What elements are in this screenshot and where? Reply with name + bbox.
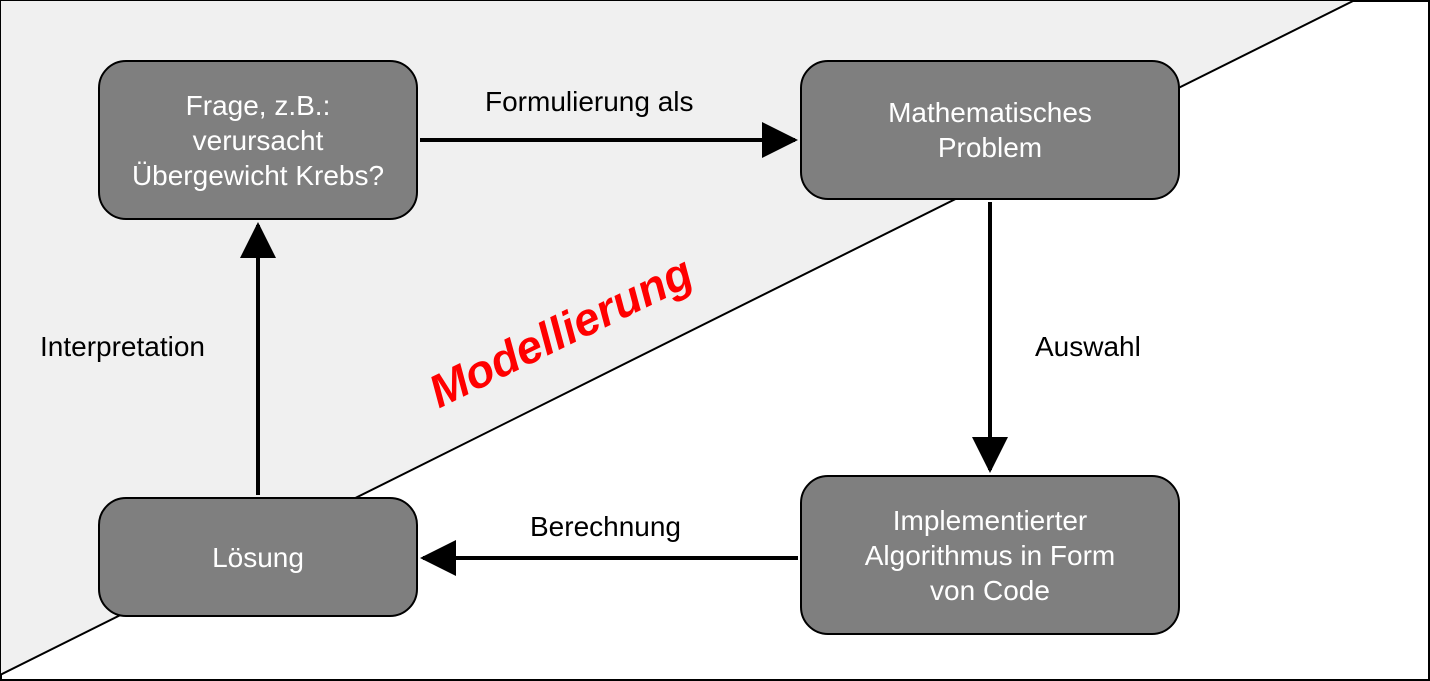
node-solution-text: Lösung: [212, 540, 304, 575]
node-math-problem: MathematischesProblem: [800, 60, 1180, 200]
node-implementation: ImplementierterAlgorithmus in Formvon Co…: [800, 475, 1180, 635]
label-compute: Berechnung: [530, 510, 681, 544]
node-question: Frage, z.B.:verursachtÜbergewicht Krebs?: [98, 60, 418, 220]
modelling-cycle-diagram: Frage, z.B.:verursachtÜbergewicht Krebs?…: [0, 0, 1430, 681]
label-select: Auswahl: [1035, 330, 1141, 364]
node-question-text: Frage, z.B.:verursachtÜbergewicht Krebs?: [132, 88, 384, 193]
node-implementation-text: ImplementierterAlgorithmus in Formvon Co…: [865, 503, 1116, 608]
label-formulate: Formulierung als: [485, 85, 694, 119]
node-math-problem-text: MathematischesProblem: [888, 95, 1092, 165]
node-solution: Lösung: [98, 497, 418, 617]
label-interpret: Interpretation: [40, 330, 205, 364]
